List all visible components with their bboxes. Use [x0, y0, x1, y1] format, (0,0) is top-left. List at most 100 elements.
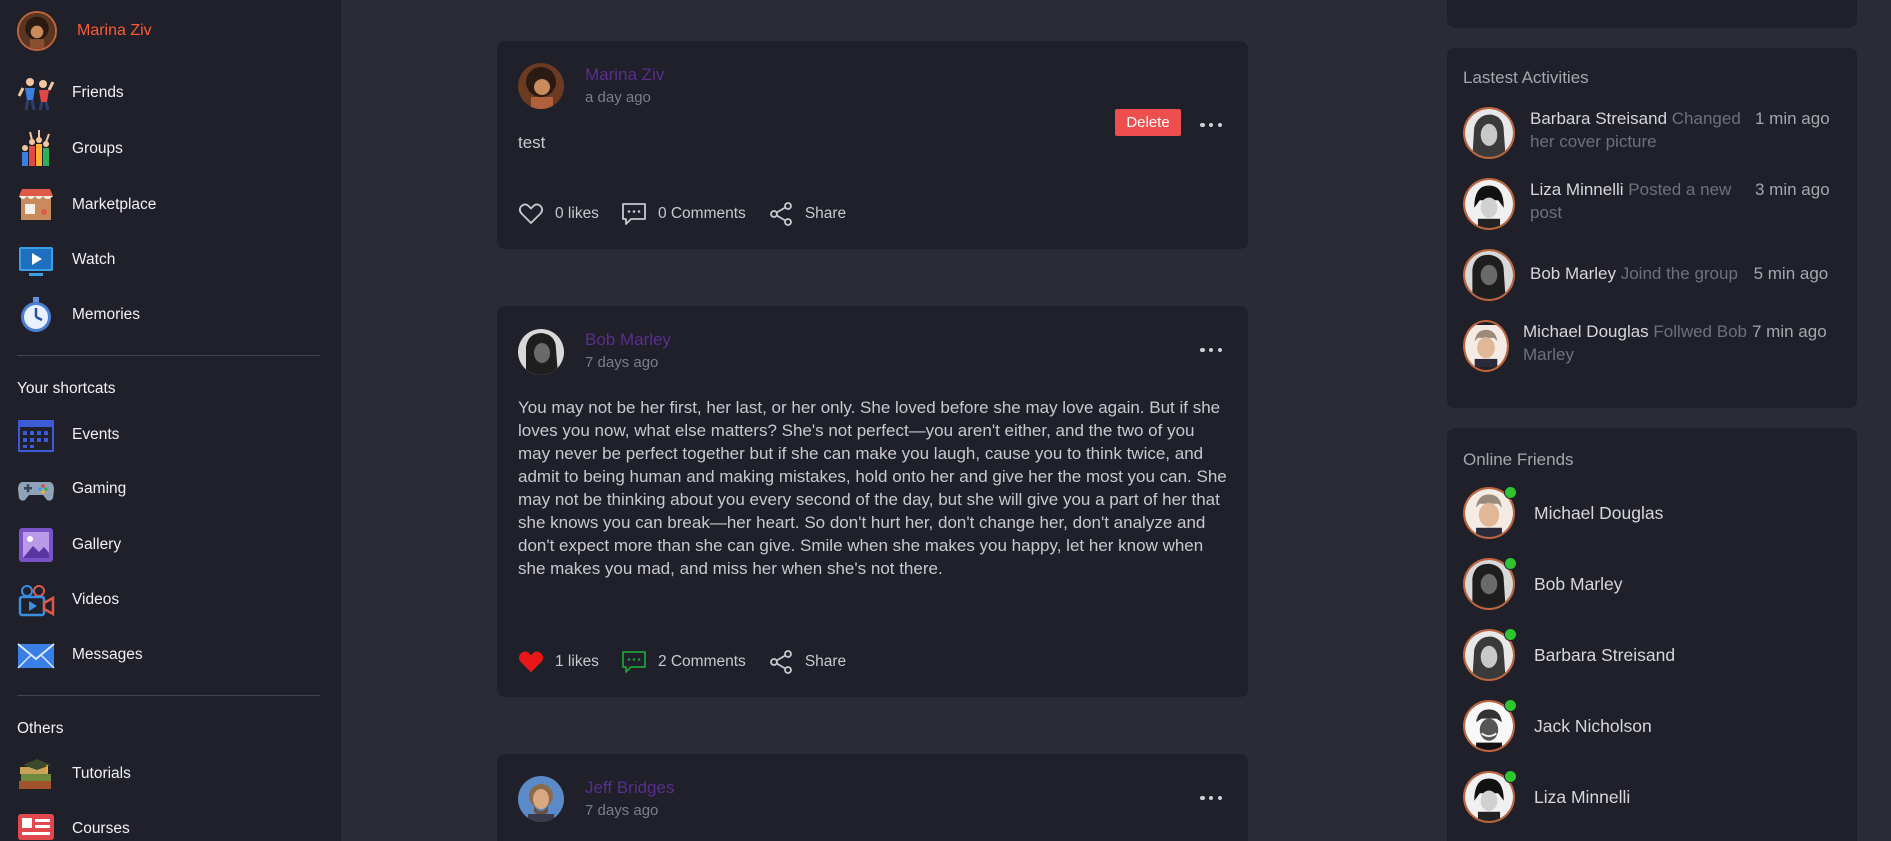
post-author-avatar[interactable]	[518, 329, 564, 375]
online-friend-item[interactable]: Jack Nicholson	[1463, 699, 1652, 752]
friend-name: Barbara Streisand	[1534, 644, 1676, 665]
sidebar-item-label: Messages	[72, 646, 143, 663]
online-friends-title: Online Friends	[1463, 450, 1574, 469]
latest-activities-card: Lastest Activities Barbara Streisand Cha…	[1447, 48, 1857, 408]
sidebar-item-label: Groups	[72, 140, 123, 157]
friends-icon	[17, 74, 55, 112]
online-status-icon	[1504, 486, 1517, 499]
comment-button[interactable]: 2 Comments	[621, 649, 746, 675]
activity-avatar	[1463, 178, 1515, 230]
videos-icon	[17, 581, 55, 619]
sidebar-item-tutorials[interactable]: Tutorials	[17, 754, 131, 794]
activity-time: 3 min ago	[1755, 180, 1830, 199]
post-timestamp: 7 days ago	[585, 354, 659, 371]
heart-icon	[518, 651, 544, 672]
activity-time: 7 min ago	[1752, 322, 1827, 341]
sidebar-item-label: Watch	[72, 251, 116, 268]
courses-icon	[17, 810, 55, 841]
online-status-icon	[1504, 699, 1517, 712]
post-actions: 1 likes 2 Comments Share	[518, 649, 868, 675]
share-button[interactable]: Share	[768, 201, 846, 227]
events-icon	[17, 416, 55, 454]
sidebar-item-marketplace[interactable]: Marketplace	[17, 185, 156, 225]
activity-user: Michael Douglas	[1523, 322, 1649, 341]
sidebar-item-messages[interactable]: Messages	[17, 635, 143, 675]
post-author-name[interactable]: Bob Marley	[585, 330, 671, 350]
post-author-avatar[interactable]	[518, 776, 564, 822]
right-top-card	[1447, 0, 1857, 28]
sidebar-divider	[17, 355, 320, 356]
like-button[interactable]: 1 likes	[518, 649, 599, 675]
friend-name: Michael Douglas	[1534, 502, 1664, 523]
sidebar-item-courses[interactable]: Courses	[17, 809, 130, 841]
activities-title: Lastest Activities	[1463, 68, 1589, 87]
share-button[interactable]: Share	[768, 649, 846, 675]
post-author-name[interactable]: Marina Ziv	[585, 65, 664, 85]
activity-item[interactable]: Barbara Streisand Changed her cover pict…	[1463, 107, 1848, 159]
shortcuts-title: Your shortcats	[17, 380, 116, 397]
comment-icon	[622, 203, 646, 225]
sidebar-item-videos[interactable]: Videos	[17, 580, 119, 620]
post-author-name[interactable]: Jeff Bridges	[585, 778, 674, 798]
comment-button[interactable]: 0 Comments	[621, 201, 746, 227]
profile-name: Marina Ziv	[77, 22, 152, 39]
activity-avatar	[1463, 249, 1515, 301]
sidebar-item-label: Friends	[72, 84, 124, 101]
post-author-avatar[interactable]	[518, 63, 564, 109]
sidebar-profile[interactable]: Marina Ziv	[17, 11, 152, 51]
online-status-icon	[1504, 628, 1517, 641]
profile-avatar	[17, 11, 57, 51]
like-button[interactable]: 0 likes	[518, 201, 599, 227]
online-friend-item[interactable]: Michael Douglas	[1463, 486, 1664, 539]
activity-item[interactable]: Michael Douglas Follwed Bob Marley 7 min…	[1463, 320, 1848, 372]
activity-text: Michael Douglas Follwed Bob Marley	[1523, 320, 1748, 372]
sidebar-item-label: Events	[72, 426, 120, 443]
gaming-icon	[17, 470, 55, 508]
online-friend-item[interactable]: Barbara Streisand	[1463, 628, 1676, 681]
messages-icon	[17, 636, 55, 674]
share-icon	[769, 650, 792, 674]
watch-icon	[17, 241, 55, 279]
activity-text: Bob Marley Joind the group	[1530, 249, 1754, 301]
activity-action: Joind the group	[1620, 264, 1738, 283]
post-card: Jeff Bridges 7 days ago	[497, 754, 1248, 841]
post-text: You may not be her first, her last, or h…	[518, 398, 1227, 578]
online-friend-item[interactable]: Liza Minnelli	[1463, 770, 1630, 823]
marketplace-icon	[17, 186, 55, 224]
activity-user: Liza Minnelli	[1530, 180, 1624, 199]
heart-icon	[518, 203, 544, 224]
activity-item[interactable]: Liza Minnelli Posted a new post 3 min ag…	[1463, 178, 1848, 230]
post-more-icon[interactable]	[1200, 794, 1222, 802]
activity-time: 1 min ago	[1755, 109, 1830, 128]
online-status-icon	[1504, 557, 1517, 570]
online-friends-card: Online Friends Michael Douglas Bob Marle…	[1447, 428, 1857, 841]
activity-user: Bob Marley	[1530, 264, 1616, 283]
post-card: Bob Marley 7 days ago You may not be her…	[497, 306, 1248, 697]
sidebar-item-groups[interactable]: Groups	[17, 129, 123, 169]
sidebar-item-watch[interactable]: Watch	[17, 240, 115, 280]
post-timestamp: a day ago	[585, 89, 651, 106]
friend-name: Bob Marley	[1534, 573, 1623, 594]
online-status-icon	[1504, 770, 1517, 783]
online-friend-item[interactable]: Bob Marley	[1463, 557, 1623, 610]
sidebar-item-gallery[interactable]: Gallery	[17, 525, 121, 565]
sidebar-item-gaming[interactable]: Gaming	[17, 469, 126, 509]
activity-text: Barbara Streisand Changed her cover pict…	[1530, 107, 1755, 159]
sidebar-item-friends[interactable]: Friends	[17, 73, 124, 113]
sidebar-item-label: Marketplace	[72, 196, 157, 213]
sidebar-item-label: Courses	[72, 820, 130, 837]
post-more-icon[interactable]	[1200, 346, 1222, 354]
post-card: Marina Ziv a day ago Delete test 0 likes…	[497, 41, 1248, 249]
comments-count: 2 Comments	[657, 653, 746, 670]
sidebar-item-label: Gaming	[72, 480, 127, 497]
sidebar-item-events[interactable]: Events	[17, 415, 119, 455]
activity-item[interactable]: Bob Marley Joind the group 5 min ago	[1463, 249, 1848, 301]
share-icon	[769, 202, 792, 226]
post-timestamp: 7 days ago	[585, 802, 659, 819]
post-more-icon[interactable]	[1200, 121, 1222, 129]
post-text: test	[518, 133, 546, 152]
comment-icon	[622, 651, 646, 673]
tutorials-icon	[17, 755, 55, 793]
sidebar-item-label: Gallery	[72, 536, 122, 553]
sidebar-item-memories[interactable]: Memories	[17, 295, 140, 335]
